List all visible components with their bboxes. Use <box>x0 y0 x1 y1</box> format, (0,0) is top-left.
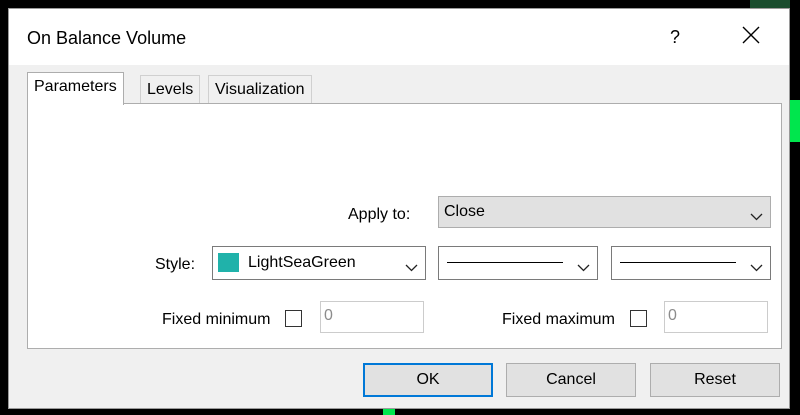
style-label: Style: <box>155 256 196 273</box>
background-accent <box>750 0 790 8</box>
chevron-down-icon <box>577 259 590 277</box>
tab-visualization[interactable]: Visualization <box>208 75 312 104</box>
background-accent <box>790 100 800 142</box>
tab-levels[interactable]: Levels <box>140 75 201 104</box>
close-icon <box>742 26 760 49</box>
fixed-minimum-input[interactable] <box>320 301 424 333</box>
ok-button[interactable]: OK <box>363 363 493 397</box>
chevron-down-icon <box>750 259 763 277</box>
window-title: On Balance Volume <box>27 28 187 48</box>
chevron-down-icon <box>405 259 418 277</box>
cancel-button[interactable]: Cancel <box>506 363 636 397</box>
fixed-maximum-input[interactable] <box>664 301 768 333</box>
apply-to-value: Close <box>444 203 485 220</box>
close-button[interactable] <box>725 21 777 53</box>
fixed-maximum-value[interactable] <box>668 307 758 325</box>
color-swatch <box>218 253 239 272</box>
fixed-maximum-label: Fixed maximum <box>502 311 615 328</box>
line-style-preview <box>447 262 563 263</box>
dialog-window: On Balance Volume ? Parameters Levels Vi… <box>8 8 790 409</box>
color-name: LightSeaGreen <box>248 254 356 271</box>
apply-to-select[interactable]: Close <box>438 196 771 228</box>
line-style-select[interactable] <box>438 246 598 280</box>
fixed-maximum-checkbox[interactable] <box>630 310 647 327</box>
tab-label: Visualization <box>215 81 305 98</box>
reset-button[interactable]: Reset <box>650 363 780 397</box>
fixed-minimum-value[interactable] <box>324 307 414 325</box>
fixed-minimum-checkbox[interactable] <box>285 310 302 327</box>
tab-label: Levels <box>147 81 194 98</box>
apply-to-label: Apply to: <box>348 206 411 223</box>
line-width-select[interactable] <box>611 246 771 280</box>
tab-parameters[interactable]: Parameters <box>27 72 124 105</box>
style-color-select[interactable]: LightSeaGreen <box>212 246 426 280</box>
line-width-preview <box>620 262 736 263</box>
fixed-minimum-label: Fixed minimum <box>162 311 271 328</box>
chevron-down-icon <box>750 208 763 226</box>
tab-label: Parameters <box>34 78 117 95</box>
parameters-panel: Apply to: Close Style: LightSeaGreen Fix… <box>27 103 782 349</box>
help-button[interactable]: ? <box>653 21 697 53</box>
title-bar: On Balance Volume ? <box>9 9 789 65</box>
